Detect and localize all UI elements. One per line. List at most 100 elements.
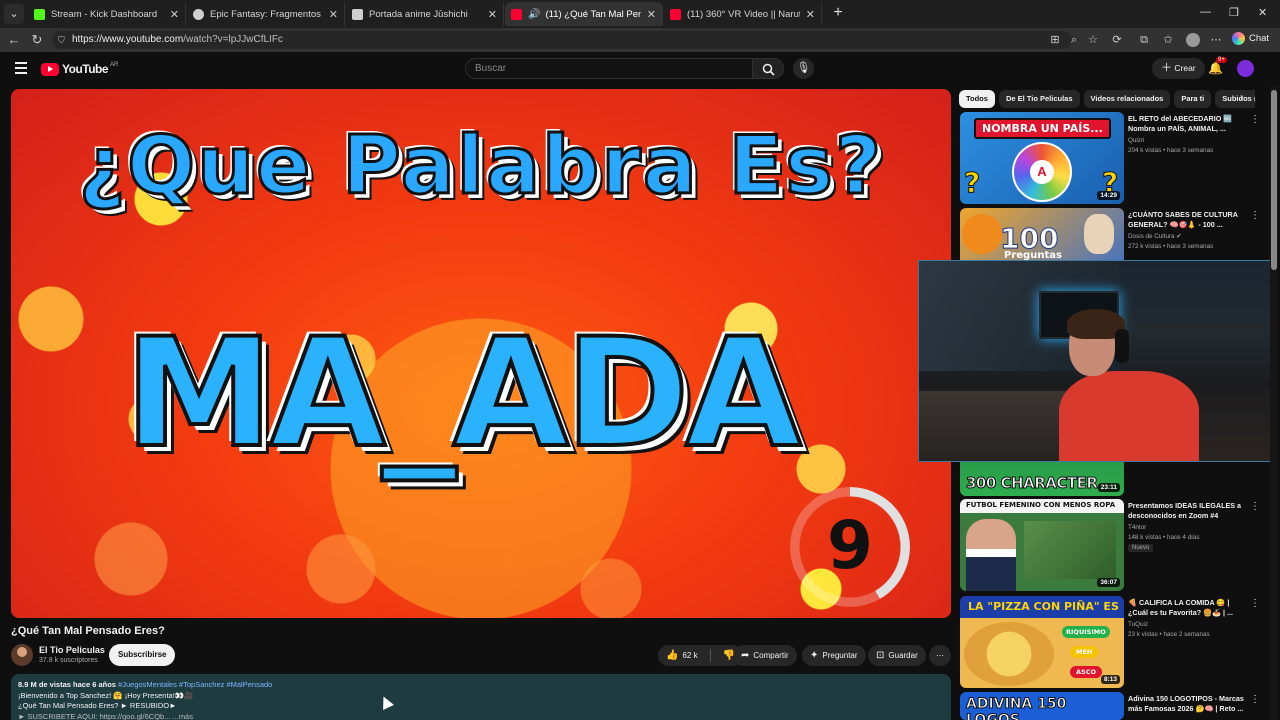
chevron-right-icon[interactable]: › — [1240, 92, 1243, 103]
video-overlay-word: MA_ADA — [122, 305, 803, 483]
video-description[interactable]: 8.9 M de vistas hace 6 años #JuegosMenta… — [11, 674, 951, 720]
more-vert-icon[interactable]: ⋮ — [1250, 501, 1260, 512]
extensions-icon[interactable]: ⟳ — [1110, 33, 1124, 47]
ask-label: Preguntar — [822, 651, 858, 660]
back-arrow-icon[interactable]: ← — [6, 32, 22, 48]
browser-tab-active[interactable]: 🔊 (11) ¿Qué Tan Mal Pensado Er ✕ — [505, 2, 663, 26]
notification-count-badge: 9+ — [1216, 57, 1227, 63]
new-tab-icon[interactable]: + — [830, 4, 846, 24]
close-tab-icon[interactable]: ✕ — [647, 8, 656, 21]
voice-search-mic-icon[interactable]: 🎙 — [793, 58, 814, 79]
recommended-video[interactable]: ADIVINA 150 LOGOS Adivina 150 LOGOTIPOS … — [960, 692, 1260, 720]
browser-tab[interactable]: Portada anime Jūshichi ✕ — [346, 2, 504, 26]
recommended-title[interactable]: Adivina 150 LOGOTIPOS - Marcas más Famos… — [1128, 694, 1246, 714]
recommended-video[interactable]: NOMBRA UN PAÍS... A ? ? 14:29 EL RETO de… — [960, 112, 1260, 204]
save-label: Guardar — [888, 651, 918, 660]
reload-icon[interactable]: ↻ — [29, 32, 45, 48]
video-thumbnail[interactable]: FUTBOL FEMENINO CON MENOS ROPA 36:07 — [960, 499, 1124, 591]
favorite-star-icon[interactable]: ☆ — [1086, 33, 1100, 47]
recommended-title[interactable]: ¿CUÁNTO SABES DE CULTURA GENERAL? 🧠🎯👃 - … — [1128, 210, 1246, 230]
tab-list-chevron-icon[interactable]: ⌄ — [4, 4, 24, 24]
more-menu-icon[interactable]: ⋯ — [1209, 33, 1223, 47]
more-actions-button[interactable]: ⋯ — [929, 645, 951, 666]
more-vert-icon[interactable]: ⋮ — [1250, 114, 1260, 125]
scrollbar-thumb[interactable] — [1271, 90, 1277, 270]
minimize-icon[interactable]: — — [1200, 6, 1211, 18]
share-arrow-icon: ➦ — [741, 650, 750, 661]
close-tab-icon[interactable]: ✕ — [329, 8, 338, 21]
account-avatar[interactable] — [1237, 60, 1254, 77]
notifications-bell-icon[interactable]: 🔔 — [1208, 61, 1223, 75]
browser-tab[interactable]: (11) 360° VR Video || Naruto VS Sa ✕ — [664, 2, 822, 26]
tab-title: Portada anime Jūshichi — [369, 8, 468, 20]
video-duration: 23:11 — [1097, 483, 1120, 492]
subscribe-button[interactable]: Subscribirse — [109, 644, 176, 666]
video-thumbnail[interactable]: LA "PIZZA CON PIÑA" ES RIQUISIMO MEH ASC… — [960, 596, 1124, 688]
restore-icon[interactable]: ❐ — [1229, 6, 1239, 19]
browser-tab[interactable]: Stream - Kick Dashboard ✕ — [28, 2, 186, 26]
chip-from-channel[interactable]: De El Tio Peliculas — [998, 90, 1080, 108]
recommended-channel[interactable]: Dosis de Cultura ✔ — [1128, 233, 1182, 240]
address-bar[interactable]: ⛉ https://www.youtube.com/watch?v=lpJJwC… — [52, 31, 1072, 49]
video-thumbnail[interactable]: ADIVINA 150 LOGOS — [960, 692, 1124, 720]
save-button[interactable]: ⊡ Guardar — [868, 645, 926, 666]
sparkle-icon: ✦ — [810, 650, 819, 661]
bookmark-icon: ⊡ — [876, 650, 885, 661]
thumbnail-text: FUTBOL FEMENINO CON MENOS ROPA — [966, 501, 1116, 509]
close-tab-icon[interactable]: ✕ — [806, 8, 815, 21]
create-button[interactable]: ＋ Crear — [1152, 58, 1205, 79]
recommended-channel[interactable]: Quizri — [1128, 137, 1144, 144]
recommended-title[interactable]: Presentamos IDEAS ILEGALES a desconocido… — [1128, 501, 1246, 521]
countdown-number: 9 — [827, 507, 873, 584]
zoom-icon[interactable]: ⌕ — [1067, 33, 1081, 47]
chip-related[interactable]: Videos relacionados — [1083, 90, 1171, 108]
menu-hamburger-icon[interactable] — [15, 62, 27, 74]
close-window-icon[interactable]: ✕ — [1258, 6, 1267, 19]
more-vert-icon[interactable]: ⋮ — [1250, 694, 1260, 705]
more-vert-icon[interactable]: ⋮ — [1250, 210, 1260, 221]
description-line: ¿Qué Tan Mal Pensado Eres? ► RESUBIDO► — [18, 701, 177, 710]
copilot-chat-button[interactable]: Chat — [1232, 32, 1269, 45]
share-button[interactable]: ➦ Compartir — [733, 645, 797, 666]
recommended-video[interactable]: FUTBOL FEMENINO CON MENOS ROPA 36:07 Pre… — [960, 499, 1260, 591]
chip-recent[interactable]: Subidos recientemente — [1215, 90, 1255, 108]
search-input[interactable]: Buscar — [465, 58, 753, 79]
like-button[interactable]: 👍 62 k — [658, 645, 706, 666]
chip-all[interactable]: Todos — [959, 90, 995, 108]
site-info-icon[interactable]: ⛉ — [58, 31, 65, 49]
video-title: ¿Qué Tan Mal Pensado Eres? — [11, 625, 165, 637]
ask-button[interactable]: ✦ Preguntar — [802, 645, 866, 666]
thumbs-up-icon: 👍 — [666, 650, 679, 661]
recommended-meta: 148 k vistas • hace 4 días — [1128, 534, 1200, 541]
close-tab-icon[interactable]: ✕ — [488, 8, 497, 21]
favorites-icon[interactable]: ✩ — [1161, 33, 1175, 47]
thumbnail-text: LA "PIZZA CON PIÑA" ES — [968, 600, 1119, 613]
channel-name[interactable]: El Tio Peliculas — [39, 645, 105, 655]
pizza-graphic — [964, 622, 1054, 686]
profile-avatar[interactable] — [1186, 33, 1200, 47]
page-favicon-icon — [352, 8, 363, 20]
headset-graphic — [1115, 329, 1129, 363]
search-button[interactable] — [752, 58, 784, 79]
option-tag: MEH — [1070, 646, 1099, 658]
channel-avatar[interactable] — [11, 644, 33, 666]
more-vert-icon[interactable]: ⋮ — [1250, 598, 1260, 609]
video-player[interactable]: ¿Que Palabra Es? MA_ADA 9 — [11, 89, 951, 618]
recommended-title[interactable]: EL RETO del ABECEDARIO 🔤 Nombra un PAÍS,… — [1128, 114, 1246, 134]
youtube-logo[interactable]: YouTube AR — [41, 62, 118, 76]
hashtags[interactable]: #JuegosMentales #TopSanchez #MalPensado — [118, 680, 272, 689]
close-tab-icon[interactable]: ✕ — [170, 8, 179, 21]
chip-for-you[interactable]: Para ti — [1174, 90, 1212, 108]
recommended-video[interactable]: LA "PIZZA CON PIÑA" ES RIQUISIMO MEH ASC… — [960, 596, 1260, 688]
speaker-icon[interactable]: 🔊 — [528, 9, 540, 20]
recommended-meta: 204 k vistas • hace 3 semanas — [1128, 147, 1214, 154]
browser-tab[interactable]: Epic Fantasy: Fragmentos and Fort ✕ — [187, 2, 345, 26]
recommended-channel[interactable]: T4ntor — [1128, 524, 1146, 531]
collections-icon[interactable]: ⧉ — [1137, 33, 1151, 47]
like-dislike-group: 👍 62 k 👎 — [658, 645, 744, 666]
recommended-channel[interactable]: TuQuiz — [1128, 621, 1148, 628]
youtube-favicon-icon — [670, 8, 681, 20]
apps-grid-icon[interactable]: ⊞ — [1048, 33, 1062, 47]
recommended-title[interactable]: 🍕 CALIFICA LA COMIDA 😋 | ¿Cuál es tu Fav… — [1128, 598, 1246, 618]
video-thumbnail[interactable]: NOMBRA UN PAÍS... A ? ? 14:29 — [960, 112, 1124, 204]
